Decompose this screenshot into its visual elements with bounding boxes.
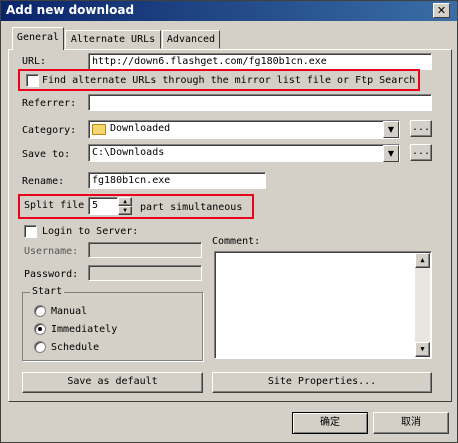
url-input[interactable]: http://down6.flashget.com/fg180b1cn.exe xyxy=(88,53,432,70)
split-suffix-label: part simultaneous xyxy=(140,202,243,213)
password-label: Password: xyxy=(24,269,79,280)
save-to-label: Save to: xyxy=(22,149,71,160)
username-input[interactable] xyxy=(88,242,202,258)
login-checkbox[interactable] xyxy=(24,225,37,238)
login-label: Login to Server: xyxy=(42,226,139,237)
scroll-up-arrow[interactable]: ▲ xyxy=(415,253,430,268)
tab-general[interactable]: General xyxy=(12,27,64,50)
site-properties-button[interactable]: Site Properties... xyxy=(212,372,432,393)
close-button[interactable]: ✕ xyxy=(433,3,450,18)
split-down-arrow[interactable]: ▼ xyxy=(118,206,132,215)
ok-button[interactable]: 确定 xyxy=(292,412,368,434)
save-as-default-button[interactable]: Save as default xyxy=(22,372,203,393)
split-up-arrow[interactable]: ▲ xyxy=(118,197,132,206)
category-browse-button[interactable]: ... xyxy=(410,120,432,137)
mirror-label: Find alternate URLs through the mirror l… xyxy=(42,75,416,86)
radio-manual[interactable] xyxy=(34,305,46,317)
referrer-input[interactable] xyxy=(88,94,432,111)
save-to-dropdown-arrow[interactable]: ▼ xyxy=(383,145,399,162)
folder-icon xyxy=(92,124,106,135)
window-title: Add new download xyxy=(6,3,135,17)
url-label: URL: xyxy=(22,56,47,67)
tab-advanced[interactable]: Advanced xyxy=(162,30,220,49)
mirror-checkbox[interactable] xyxy=(26,74,39,87)
rename-input[interactable]: fg180b1cn.exe xyxy=(88,172,266,189)
radio-immediately-label: Immediately xyxy=(51,324,118,335)
split-label: Split file xyxy=(24,200,85,211)
username-label: Username: xyxy=(24,246,79,257)
rename-label: Rename: xyxy=(22,176,65,187)
referrer-label: Referrer: xyxy=(22,98,77,109)
comment-textarea[interactable] xyxy=(214,251,432,359)
tab-alternate-urls[interactable]: Alternate URLs xyxy=(65,30,161,49)
save-to-browse-button[interactable]: ... xyxy=(410,144,432,161)
password-input[interactable] xyxy=(88,265,202,281)
radio-manual-label: Manual xyxy=(51,306,88,317)
radio-schedule[interactable] xyxy=(34,341,46,353)
radio-immediately[interactable] xyxy=(34,323,46,335)
save-to-input[interactable]: C:\Downloads xyxy=(88,144,400,162)
category-label: Category: xyxy=(22,125,77,136)
category-select[interactable]: Downloaded xyxy=(88,120,400,139)
category-dropdown-arrow[interactable]: ▼ xyxy=(383,121,399,138)
radio-schedule-label: Schedule xyxy=(51,342,100,353)
comment-label: Comment: xyxy=(212,236,261,247)
split-input[interactable]: 5 xyxy=(88,197,118,215)
scroll-down-arrow[interactable]: ▼ xyxy=(415,342,430,357)
start-legend: Start xyxy=(30,286,65,297)
cancel-button[interactable]: 取消 xyxy=(373,412,449,434)
